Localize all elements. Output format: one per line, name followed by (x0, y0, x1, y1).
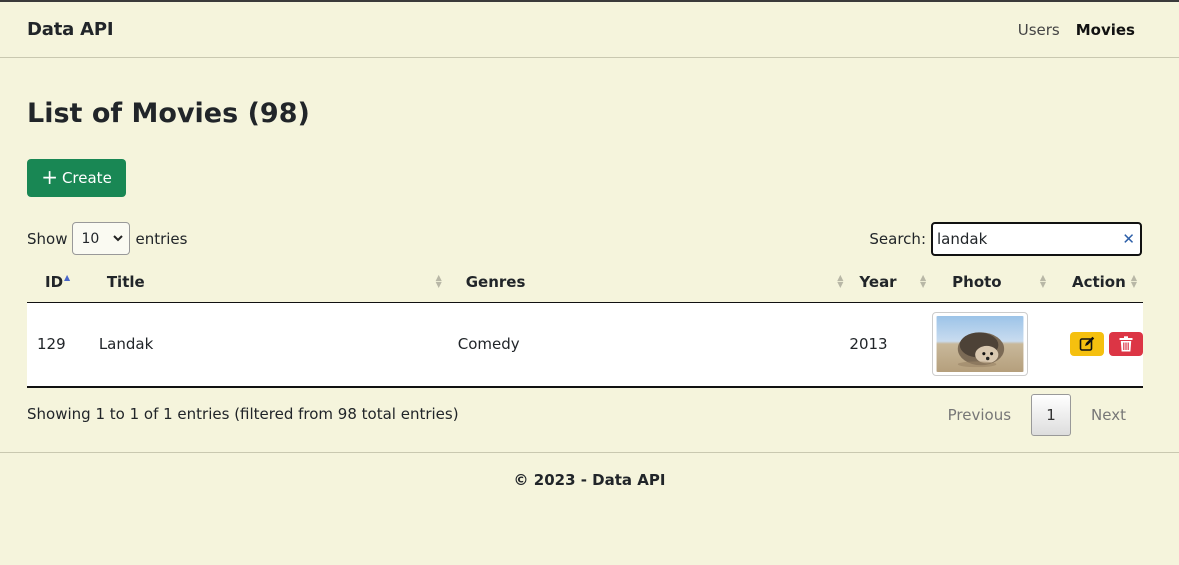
next-button[interactable]: Next (1071, 406, 1142, 424)
navbar: Data API Users Movies (0, 2, 1179, 58)
movies-table: ID ▲ Title ▲ ▼ Genres ▲ ▼ Year ▲ ▼ Photo ▲ ▼… (27, 263, 1143, 388)
column-header-photo[interactable]: Photo ▲ ▼ (932, 263, 1052, 303)
hedgehog-image (936, 316, 1024, 373)
page-button-current[interactable]: 1 (1031, 394, 1072, 436)
search-input[interactable]: landak ✕ (931, 222, 1142, 256)
sort-icon: ▲ ▼ (919, 273, 927, 289)
close-icon[interactable]: ✕ (1122, 230, 1135, 248)
sort-icon: ▲ ▼ (1130, 273, 1137, 289)
nav-link-users[interactable]: Users (1018, 21, 1060, 39)
cell-genres: Comedy (447, 302, 850, 388)
cell-action (1051, 302, 1143, 388)
cell-id: 129 (27, 302, 89, 388)
sort-icon: ▲ ▼ (1039, 273, 1046, 289)
entries-label: entries (135, 229, 188, 248)
cell-title: Landak (88, 302, 448, 388)
column-header-year[interactable]: Year ▲ ▼ (849, 263, 933, 303)
create-button-label: Create (61, 169, 112, 187)
page-length-control: Show 10 entries (27, 222, 187, 255)
show-label: Show (27, 229, 68, 248)
search-input-value: landak (937, 230, 988, 248)
edit-button[interactable] (1069, 332, 1104, 357)
brand-link[interactable]: Data API (27, 19, 114, 40)
movie-photo (932, 312, 1029, 377)
edit-icon (1079, 337, 1095, 352)
nav-link-movies[interactable]: Movies (1076, 21, 1135, 39)
delete-button[interactable] (1108, 332, 1143, 357)
column-header-title[interactable]: Title ▲ ▼ (88, 263, 448, 303)
page-length-value: 10 (81, 230, 100, 247)
search-control: Search: landak ✕ (869, 222, 1142, 256)
table-row: 129 Landak Comedy 2013 (27, 302, 1143, 388)
create-button[interactable]: + Create (27, 159, 126, 197)
page-title: List of Movies (98) (27, 98, 310, 129)
search-label: Search: (869, 230, 926, 248)
pagination: Previous 1 Next (932, 394, 1142, 436)
footer-divider (0, 452, 1179, 453)
footer-text: © 2023 - Data API (513, 471, 666, 489)
sort-asc-icon: ▲ (64, 273, 71, 282)
column-header-action[interactable]: Action ▲ ▼ (1051, 263, 1143, 303)
trash-icon (1119, 336, 1133, 352)
column-header-id[interactable]: ID ▲ (27, 263, 89, 303)
nav-links: Users Movies (1018, 21, 1135, 39)
column-header-genres[interactable]: Genres ▲ ▼ (447, 263, 850, 303)
table-info: Showing 1 to 1 of 1 entries (filtered fr… (27, 405, 459, 423)
page-length-select[interactable]: 10 (72, 222, 131, 255)
sort-icon: ▲ ▼ (837, 273, 844, 289)
cell-year: 2013 (849, 302, 933, 388)
previous-button[interactable]: Previous (932, 406, 1027, 424)
sort-icon: ▲ ▼ (435, 273, 442, 289)
table-header-row: ID ▲ Title ▲ ▼ Genres ▲ ▼ Year ▲ ▼ Photo ▲ ▼… (27, 263, 1143, 303)
chevron-down-icon (113, 235, 124, 242)
plus-icon: + (41, 165, 58, 189)
cell-photo (932, 302, 1052, 388)
row-actions (1062, 332, 1143, 357)
